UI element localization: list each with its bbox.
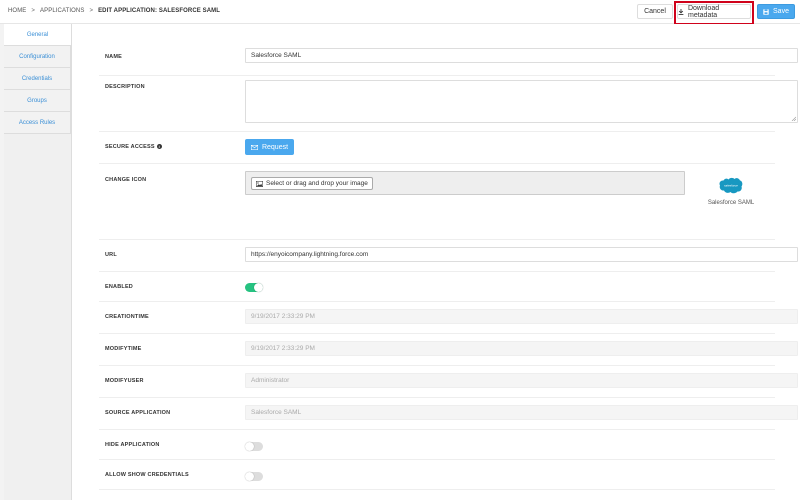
svg-text:salesforce: salesforce [724,184,738,188]
image-dropzone[interactable]: Select or drag and drop your image [245,171,685,195]
allow-show-credentials-label: ALLOW SHOW CREDENTIALS [105,472,189,478]
sidebar-item-general-wrap: General [4,24,77,46]
url-row: URL https://enyoicompany.lightning.force… [99,240,798,272]
save-button[interactable]: Save [757,4,795,19]
top-bar: HOME > APPLICATIONS > EDIT APPLICATION: SALE… [0,0,800,25]
toggle-knob [245,472,254,481]
modifyuser-field: Administrator [245,373,798,388]
breadcrumb: HOME > APPLICATIONS > EDIT APPLICATION: SALE… [8,8,220,14]
sidebar: General Configuration Credentials Groups… [4,24,77,500]
enabled-toggle[interactable] [245,283,263,292]
description-row: DESCRIPTION [99,76,798,132]
change-icon-row: CHANGE ICON Select or drag and drop your… [99,164,775,240]
url-label: URL [105,252,117,258]
url-input[interactable]: https://enyoicompany.lightning.force.com [245,247,798,262]
hide-application-row: HIDE APPLICATION [99,430,775,460]
resize-handle-icon[interactable] [791,116,796,121]
toggle-knob [254,283,263,292]
modifytime-label: MODIFYTIME [105,346,142,352]
save-button-label: Save [773,8,789,15]
modifyuser-row: MODIFYUSER Administrator [99,366,798,398]
app-preview-name: Salesforce SAML [707,200,755,206]
change-icon-label: CHANGE ICON [105,177,147,183]
app-icon-preview: salesforce Salesforce SAML [696,177,766,206]
breadcrumb-home[interactable]: HOME [8,8,26,14]
salesforce-logo: salesforce [719,177,743,194]
source-application-label: SOURCE APPLICATION [105,410,171,416]
form-panel: NAME Salesforce SAML DESCRIPTION SECURE … [71,24,800,500]
modifytime-row: MODIFYTIME 9/19/2017 2:33:29 PM [99,334,798,366]
request-button-label: Request [261,143,289,151]
name-label: NAME [105,54,122,60]
floppy-disk-icon [763,8,769,15]
secure-access-row: SECURE ACCESS i Request [99,132,775,164]
creationtime-field: 9/19/2017 2:33:29 PM [245,309,798,324]
name-input[interactable]: Salesforce SAML [245,48,798,63]
source-application-row: SOURCE APPLICATION Salesforce SAML [99,398,798,430]
sidebar-item-groups[interactable]: Groups [4,90,71,112]
enabled-label: ENABLED [105,284,133,290]
breadcrumb-separator: > [31,8,36,14]
cancel-button-label: Cancel [644,8,666,15]
select-image-button[interactable]: Select or drag and drop your image [251,177,373,190]
hide-application-toggle[interactable] [245,442,263,451]
toggle-knob [245,442,254,451]
source-application-field: Salesforce SAML [245,405,798,420]
enabled-row: ENABLED [99,272,775,302]
breadcrumb-current: EDIT APPLICATION: SALESFORCE SAML [98,8,221,14]
modifytime-field: 9/19/2017 2:33:29 PM [245,341,798,356]
cancel-button[interactable]: Cancel [637,4,673,19]
description-label: DESCRIPTION [105,84,145,90]
sidebar-item-credentials[interactable]: Credentials [4,68,71,90]
highlight-box [674,1,754,25]
creationtime-label: CREATIONTIME [105,314,149,320]
secure-access-label: SECURE ACCESS [105,144,155,150]
select-image-label: Select or drag and drop your image [266,180,368,187]
image-icon [256,180,263,187]
sidebar-item-access-rules[interactable]: Access Rules [4,112,71,134]
modifyuser-label: MODIFYUSER [105,378,144,384]
hide-application-label: HIDE APPLICATION [105,442,160,448]
breadcrumb-separator: > [89,8,94,14]
description-textarea[interactable] [245,80,798,123]
name-row: NAME Salesforce SAML [99,43,798,76]
sidebar-item-configuration[interactable]: Configuration [4,46,71,68]
allow-show-credentials-row: ALLOW SHOW CREDENTIALS [99,460,775,490]
info-icon[interactable]: i [156,144,162,150]
allow-show-credentials-toggle[interactable] [245,472,263,481]
breadcrumb-applications[interactable]: APPLICATIONS [40,8,84,14]
sidebar-item-general[interactable]: General [4,24,71,46]
creationtime-row: CREATIONTIME 9/19/2017 2:33:29 PM [99,302,798,334]
secure-access-label-wrap: SECURE ACCESS i [105,144,162,150]
request-button[interactable]: Request [245,139,294,155]
envelope-icon [250,144,258,150]
